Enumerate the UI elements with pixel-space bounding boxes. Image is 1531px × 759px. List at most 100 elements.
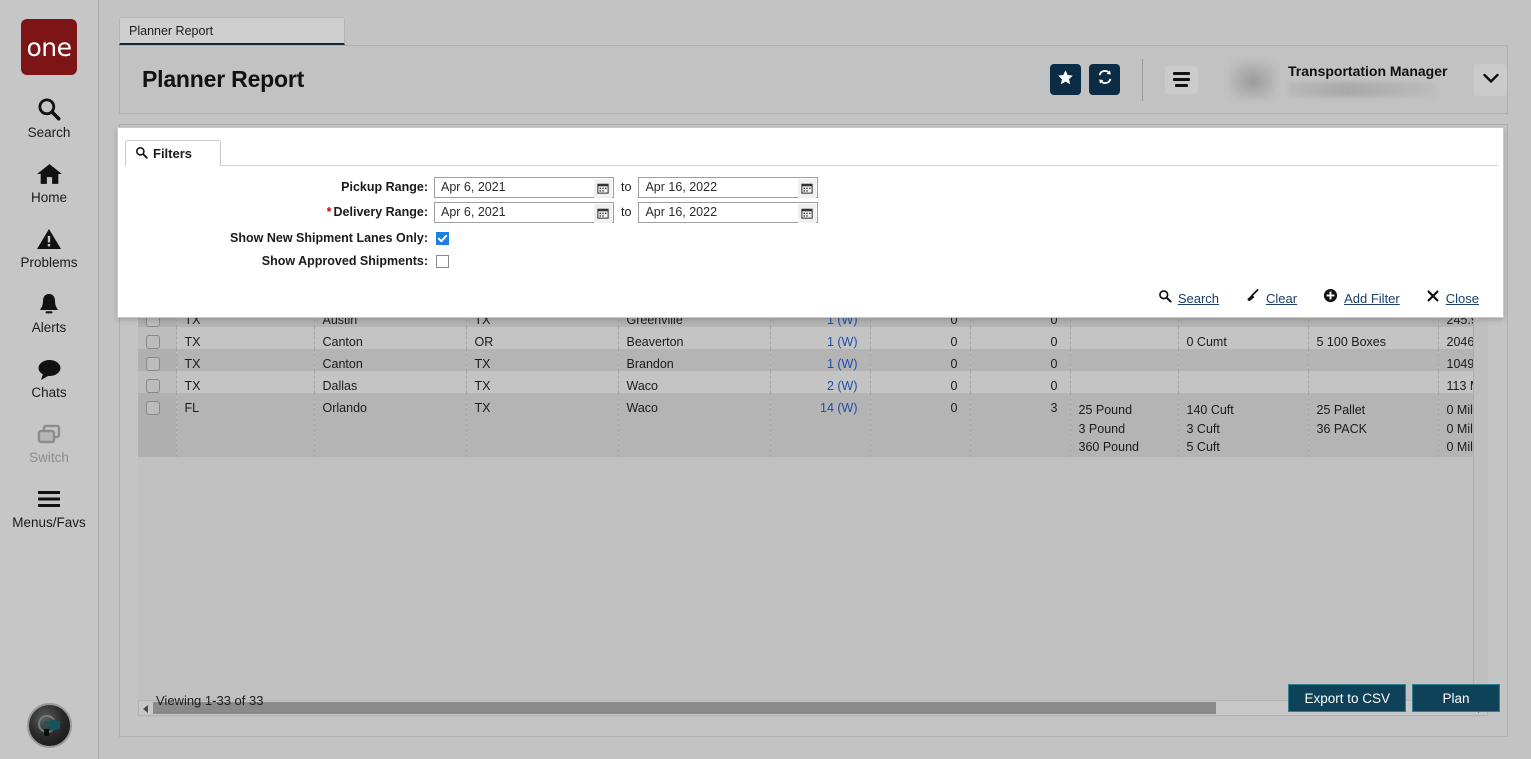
cell-weight [1070, 348, 1179, 371]
export-to-csv-button[interactable]: Export to CSV [1288, 684, 1406, 712]
row-checkbox[interactable] [146, 378, 160, 393]
close-action-label: Close [1445, 290, 1479, 306]
sidebar-item-alerts[interactable]: Alerts [0, 289, 99, 335]
calendar-icon[interactable] [798, 203, 817, 223]
filters-tab-underline [221, 165, 1498, 166]
table-row[interactable]: TX Canton OR Beaverton 1 (W) 0 0 0 Cumt 5 100 Bo… [138, 326, 1488, 349]
brand-logo[interactable]: one [21, 19, 77, 75]
sidebar-item-label: Switch [29, 450, 69, 465]
add-filter-action[interactable]: Add Filter [1323, 288, 1400, 308]
clear-action-label: Clear [1266, 290, 1298, 306]
plan-button[interactable]: Plan [1412, 684, 1500, 712]
delivery-range-from-input[interactable]: Apr 6, 2021 [434, 201, 614, 223]
hamburger-icon[interactable] [1165, 65, 1198, 94]
avatar[interactable] [1230, 60, 1276, 99]
user-name-redacted [1288, 81, 1436, 97]
sidebar-item-search[interactable]: Search [0, 94, 99, 140]
filter-action-links: Search Clear Add Filter Close [1158, 288, 1479, 308]
pickup-range-to-input[interactable]: Apr 16, 2022 [638, 176, 819, 198]
clear-action[interactable]: Clear [1245, 288, 1297, 308]
chat-icon [36, 354, 63, 384]
menu-icon [36, 484, 62, 514]
pickup-range-from-input[interactable]: Apr 6, 2021 [434, 176, 614, 198]
cell-packages: 5 100 Boxes [1308, 326, 1439, 349]
calendar-icon[interactable] [594, 178, 612, 198]
user-avatar-icon[interactable] [27, 703, 72, 748]
left-sidebar: one Search Home Problems Alerts Chats Sw… [0, 0, 99, 759]
delivery-range-from-value: Apr 6, 2021 [441, 205, 506, 219]
cell-dest-state: OR [466, 326, 619, 349]
cell-lanes-link[interactable]: 1 (W) [827, 335, 858, 349]
switch-icon [36, 419, 63, 449]
filter-row-new-lanes: Show New Shipment Lanes Only: [228, 227, 449, 249]
delivery-range-to-input[interactable]: Apr 16, 2022 [638, 201, 819, 223]
cell-dest-city: Beaverton [618, 326, 771, 349]
sidebar-item-label: Alerts [31, 320, 67, 335]
row-checkbox-cell [138, 392, 177, 457]
cell-col-a: 0 [870, 392, 971, 457]
calendar-icon[interactable] [798, 178, 817, 198]
row-checkbox[interactable] [146, 334, 160, 349]
plus-circle-icon [1323, 288, 1338, 308]
cell-col-b: 0 [970, 348, 1071, 371]
refresh-button[interactable] [1089, 64, 1120, 95]
user-role: Transportation Manager [1288, 62, 1448, 79]
cell-lanes-link[interactable]: 14 (W) [820, 401, 858, 415]
cell-col-a: 0 [870, 348, 971, 371]
delivery-range-to-value: Apr 16, 2022 [645, 205, 718, 219]
table-row[interactable]: FL Orlando TX Waco 14 (W) 0 3 25 Pound 3 Pound 36… [138, 392, 1488, 457]
row-checkbox[interactable] [146, 356, 160, 371]
tab-label: Planner Report [129, 23, 214, 38]
cell-volume: 140 Cuft 3 Cuft 5 Cuft [1178, 392, 1309, 457]
cell-lanes-link[interactable]: 1 (W) [827, 357, 858, 371]
calendar-icon[interactable] [594, 203, 612, 223]
sidebar-item-problems[interactable]: Problems [0, 224, 99, 270]
footer-buttons: Export to CSV Plan [1288, 684, 1500, 712]
refresh-icon [1096, 68, 1114, 91]
home-icon [36, 159, 63, 189]
page-header: Planner Report Transportation Manager [119, 45, 1508, 114]
sidebar-item-home[interactable]: Home [0, 159, 99, 205]
sidebar-item-menus-favs[interactable]: Menus/Favs [0, 484, 99, 530]
show-approved-shipments-checkbox[interactable] [436, 254, 449, 268]
favorite-button[interactable] [1050, 64, 1081, 95]
table-row[interactable]: TX Canton TX Brandon 1 (W) 0 0 1049. [138, 348, 1488, 371]
cell-packages [1308, 348, 1439, 371]
tab-filters[interactable]: Filters [125, 140, 221, 166]
cell-lanes: 1 (W) [770, 326, 871, 349]
show-new-shipment-lanes-checkbox[interactable] [436, 231, 449, 245]
bell-icon [37, 289, 61, 319]
sidebar-item-switch[interactable]: Switch [0, 419, 99, 465]
cell-col-b: 0 [970, 370, 1071, 393]
tab-planner-report[interactable]: Planner Report [119, 17, 345, 45]
table-row[interactable]: TX Dallas TX Waco 2 (W) 0 0 113 M [138, 370, 1488, 393]
sidebar-item-label: Chats [31, 385, 67, 400]
cell-lanes-link[interactable]: 2 (W) [827, 379, 858, 393]
cell-origin-state: TX [176, 370, 315, 393]
cell-col-b: 0 [970, 326, 1071, 349]
cell-origin-city: Canton [314, 348, 467, 371]
cell-dest-state: TX [466, 348, 619, 371]
search-icon [36, 94, 62, 124]
new-lanes-label: Show New Shipment Lanes Only: [230, 231, 428, 245]
cell-dest-city: Waco [618, 392, 771, 457]
cell-packages: 25 Pallet 36 PACK [1308, 392, 1439, 457]
search-icon [1158, 289, 1172, 308]
star-icon [1057, 69, 1074, 91]
cell-col-a: 0 [870, 326, 971, 349]
cell-dest-city: Brandon [618, 348, 771, 371]
cell-col-a: 0 [870, 370, 971, 393]
cell-lanes: 14 (W) [770, 392, 871, 457]
cell-volume [1178, 348, 1309, 371]
sidebar-item-chats[interactable]: Chats [0, 354, 99, 400]
add-filter-action-label: Add Filter [1344, 290, 1400, 306]
row-checkbox[interactable] [146, 400, 160, 415]
cell-volume [1178, 370, 1309, 393]
search-action[interactable]: Search [1158, 289, 1219, 308]
cell-origin-city: Canton [314, 326, 467, 349]
sidebar-item-label: Problems [20, 255, 78, 270]
cell-lanes: 2 (W) [770, 370, 871, 393]
user-menu-button[interactable] [1474, 63, 1507, 96]
close-action[interactable]: Close [1426, 289, 1479, 308]
cell-dest-state: TX [466, 392, 619, 457]
